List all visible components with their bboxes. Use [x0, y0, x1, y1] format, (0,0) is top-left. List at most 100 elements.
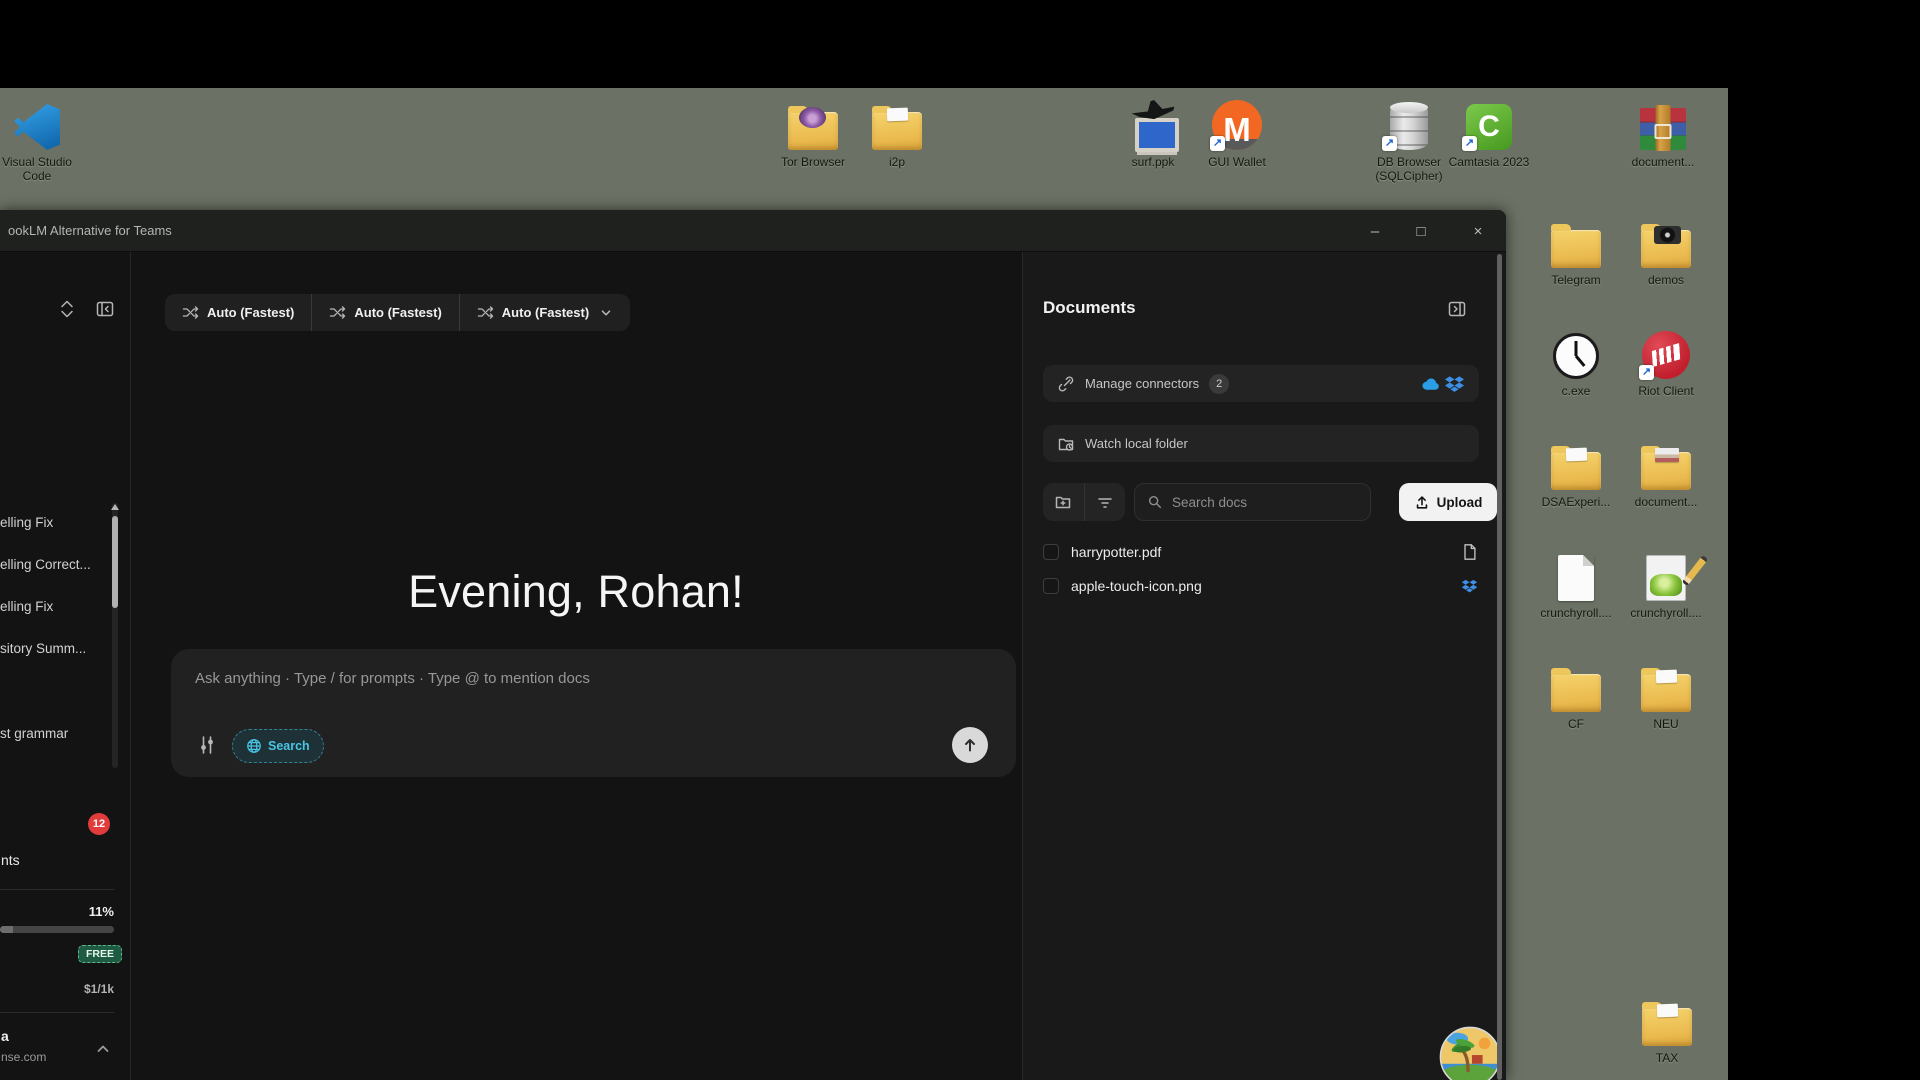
close-button[interactable]: ×: [1457, 210, 1499, 252]
model-selector[interactable]: Auto (Fastest): [459, 294, 630, 331]
account-chevron-up-icon[interactable]: [95, 1041, 111, 1057]
shortcut-arrow-icon: [1210, 136, 1225, 151]
desktop-icon[interactable]: NEU: [1621, 654, 1711, 765]
chat-input-placeholder: Ask anything · Type / for prompts · Type…: [195, 670, 590, 687]
desktop-icon-image: [1641, 230, 1691, 268]
model-selector-label: Auto (Fastest): [207, 305, 294, 320]
window-titlebar[interactable]: ookLM Alternative for Teams – □ ×: [0, 210, 1506, 252]
minimize-button[interactable]: –: [1354, 210, 1396, 252]
upload-label: Upload: [1437, 495, 1483, 510]
globe-icon: [246, 738, 262, 754]
divider: [0, 1012, 114, 1013]
file-checkbox[interactable]: [1043, 578, 1059, 594]
shuffle-icon: [329, 304, 346, 321]
file-row[interactable]: apple-touch-icon.png: [1043, 570, 1479, 602]
plan-badge: FREE: [78, 945, 122, 963]
desktop-icon[interactable]: Camtasia 2023: [1446, 92, 1532, 169]
desktop-icon-label: i2p: [889, 155, 905, 169]
search-icon: [1147, 494, 1163, 510]
desktop-icon-image: [1558, 555, 1594, 601]
filter-lines-icon: [1096, 493, 1114, 511]
app-window: ookLM Alternative for Teams – □ × elling…: [0, 210, 1506, 1080]
file-checkbox[interactable]: [1043, 544, 1059, 560]
desktop-icon-image: [1553, 333, 1599, 379]
desktop-icon[interactable]: demos: [1621, 210, 1711, 321]
account-name: a: [1, 1028, 9, 1044]
window-title: ookLM Alternative for Teams: [8, 223, 172, 238]
desktop-icon[interactable]: c.exe: [1531, 321, 1621, 432]
watch-local-folder-button[interactable]: Watch local folder: [1043, 425, 1479, 462]
new-folder-button[interactable]: [1043, 483, 1084, 521]
avatar[interactable]: [1439, 1026, 1501, 1080]
desktop-icon-label: crunchyroll....: [1540, 606, 1611, 620]
arrow-up-icon: [960, 735, 980, 755]
usage-percent: 11%: [0, 904, 114, 919]
shortcut-arrow-icon: [1462, 136, 1477, 151]
tax-folder-icon: [1642, 1008, 1692, 1046]
desktop-icon[interactable]: DSAExperi...: [1531, 432, 1621, 543]
file-row[interactable]: harrypotter.pdf: [1043, 536, 1479, 568]
scroll-up-arrow-icon[interactable]: [111, 504, 119, 510]
desktop-icon[interactable]: crunchyroll....: [1621, 543, 1711, 654]
desktop-icon[interactable]: document...: [1620, 92, 1706, 169]
sidebar-collapse-icon[interactable]: [95, 299, 115, 319]
web-search-toggle[interactable]: Search: [232, 729, 324, 763]
panel-collapse-icon[interactable]: [1447, 299, 1467, 319]
desktop-icon-label: Telegram: [1551, 273, 1600, 287]
desktop-icon-tax[interactable]: TAX: [1624, 988, 1710, 1065]
greeting-heading: Evening, Rohan!: [130, 566, 1022, 618]
rate-label: $1/1k: [0, 982, 114, 996]
filter-button[interactable]: [1084, 483, 1126, 521]
manage-connectors-button[interactable]: Manage connectors 2: [1043, 365, 1479, 402]
model-selector-label: Auto (Fastest): [502, 305, 589, 320]
upload-button[interactable]: Upload: [1399, 483, 1497, 521]
chat-input-card[interactable]: Ask anything · Type / for prompts · Type…: [171, 649, 1016, 777]
desktop-icon-image: [1551, 452, 1601, 490]
desktop-icon[interactable]: CF: [1531, 654, 1621, 765]
search-docs-input[interactable]: Search docs: [1134, 483, 1371, 521]
desktop-icon-label: NEU: [1653, 717, 1678, 731]
desktop-icon[interactable]: i2p: [854, 92, 940, 169]
desktop-icon-image: [1551, 230, 1601, 268]
model-selector[interactable]: Auto (Fastest): [165, 294, 311, 331]
sidebar-scrollbar-thumb[interactable]: [112, 516, 118, 608]
expand-collapse-icon[interactable]: [57, 298, 77, 320]
window-scrollbar[interactable]: [1497, 254, 1502, 1080]
watch-local-folder-label: Watch local folder: [1085, 436, 1188, 451]
desktop-icon[interactable]: Visual Studio Code: [0, 92, 80, 183]
desktop-icon[interactable]: document...: [1621, 432, 1711, 543]
documents-panel: Documents Manage connectors 2: [1022, 252, 1506, 1080]
folder-plus-icon: [1054, 493, 1072, 511]
file-name: apple-touch-icon.png: [1071, 578, 1202, 594]
sidebar-history-item[interactable]: elling Fix: [0, 515, 108, 531]
desktop-icon[interactable]: Telegram: [1531, 210, 1621, 321]
usage-progress-fill: [0, 926, 13, 933]
shortcut-arrow-icon: [1382, 136, 1397, 151]
desktop-icon[interactable]: GUI Wallet: [1194, 92, 1280, 169]
sidebar-history-item[interactable]: elling Fix: [0, 599, 108, 615]
desktop-icon[interactable]: surf.ppk: [1110, 92, 1196, 169]
maximize-button[interactable]: □: [1400, 210, 1442, 252]
sidebar-history-item[interactable]: st grammar: [0, 726, 108, 742]
sidebar-history-item[interactable]: elling Correct...: [0, 557, 108, 573]
desktop-icon[interactable]: crunchyroll....: [1531, 543, 1621, 654]
desktop-icon[interactable]: Tor Browser: [770, 92, 856, 169]
desktop-right-icon-grid: Telegram demos c.exe: [1531, 210, 1711, 765]
documents-panel-title: Documents: [1043, 298, 1136, 318]
model-selector-bar: Auto (Fastest) Auto (Fastest) Auto (Fa: [165, 294, 630, 331]
desktop-icon-label: CF: [1568, 717, 1584, 731]
desktop-icon-label: GUI Wallet: [1208, 155, 1266, 169]
desktop-icon-image: [14, 104, 60, 150]
sidebar-nav-item[interactable]: nts: [1, 852, 20, 868]
sidebar-history-list: elling Fix elling Correct... elling Fix …: [0, 515, 108, 742]
model-selector[interactable]: Auto (Fastest): [311, 294, 458, 331]
screen: Visual Studio Code Tor Browser i2p: [0, 0, 1920, 1080]
desktop-icon-label: Camtasia 2023: [1449, 155, 1530, 169]
file-type-icon: [1459, 576, 1479, 596]
send-button[interactable]: [952, 727, 988, 763]
desktop-icon-image: [1641, 452, 1691, 490]
desktop-icon[interactable]: Riot Client: [1621, 321, 1711, 432]
desktop-icon[interactable]: DB Browser (SQLCipher): [1366, 92, 1452, 183]
sidebar-history-item[interactable]: sitory Summ...: [0, 641, 108, 657]
tune-sliders-icon[interactable]: [196, 734, 218, 756]
